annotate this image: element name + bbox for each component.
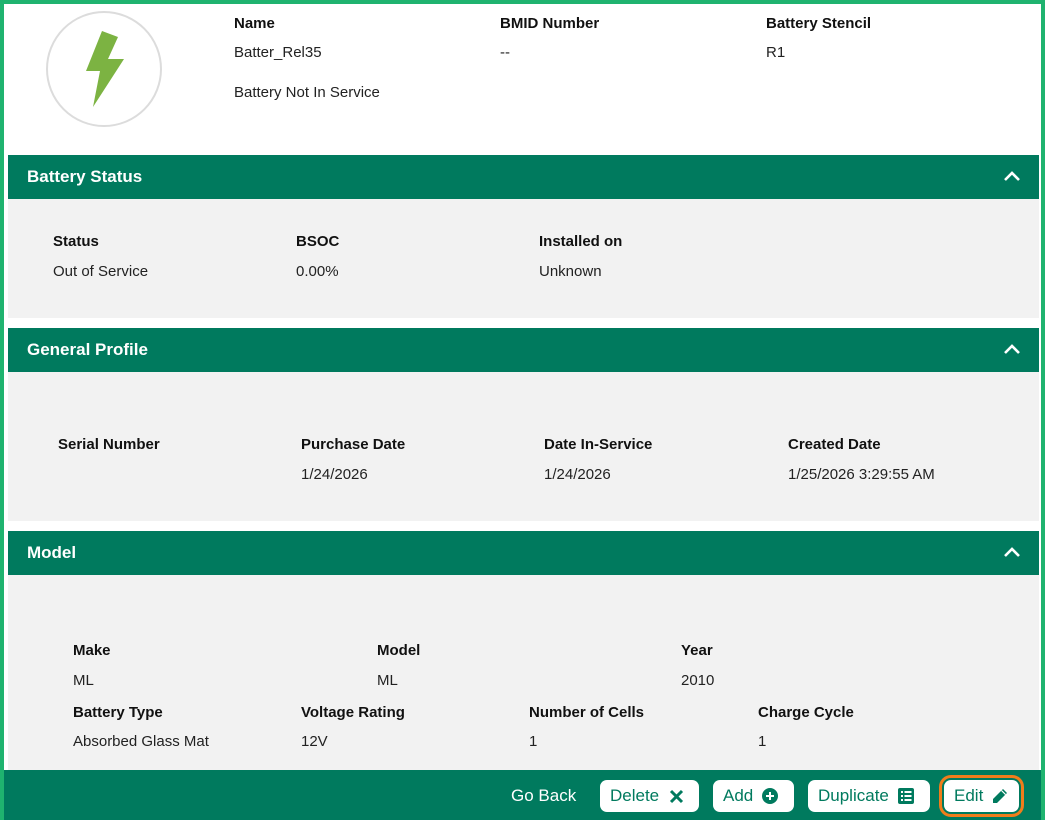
general-profile-title: General Profile bbox=[27, 340, 148, 359]
battery-type-value: Absorbed Glass Mat bbox=[73, 733, 209, 750]
add-button[interactable]: Add bbox=[713, 780, 794, 812]
battery-status-header[interactable]: Battery Status bbox=[8, 155, 1039, 199]
general-profile-panel: Serial Number Purchase Date 1/24/2026 Da… bbox=[8, 372, 1039, 521]
purchase-date-label: Purchase Date bbox=[301, 436, 406, 453]
voltage-rating-value: 12V bbox=[301, 733, 328, 750]
model-title: Model bbox=[27, 543, 77, 562]
close-icon bbox=[668, 788, 684, 804]
make-label: Make bbox=[73, 642, 111, 659]
chevron-up-icon[interactable] bbox=[1003, 342, 1021, 356]
bmid-label: BMID Number bbox=[500, 15, 600, 32]
edit-button[interactable]: Edit bbox=[939, 775, 1024, 817]
status-label: Status bbox=[53, 233, 99, 250]
battery-status-title: Battery Status bbox=[27, 167, 143, 186]
model-header[interactable]: Model bbox=[8, 531, 1039, 575]
date-in-service-value: 1/24/2026 bbox=[544, 466, 611, 483]
created-date-value: 1/25/2026 3:29:55 AM bbox=[788, 466, 935, 483]
model-value: ML bbox=[377, 672, 398, 689]
installed-value: Unknown bbox=[539, 263, 602, 280]
model-panel: Make ML Model ML Year 2010 Battery Type … bbox=[8, 575, 1039, 770]
date-in-service-label: Date In-Service bbox=[544, 436, 653, 453]
charge-cycle-label: Charge Cycle bbox=[758, 704, 854, 721]
chevron-up-icon[interactable] bbox=[1003, 545, 1021, 559]
stencil-label: Battery Stencil bbox=[766, 15, 872, 32]
general-profile-header[interactable]: General Profile bbox=[8, 328, 1039, 372]
add-button-label: Add bbox=[723, 786, 754, 805]
duplicate-button-label: Duplicate bbox=[818, 786, 889, 805]
duplicate-button[interactable]: Duplicate bbox=[808, 780, 930, 812]
battery-detail-page: Name Batter_Rel35 BMID Number -- Battery… bbox=[0, 0, 1045, 820]
battery-header: Name Batter_Rel35 BMID Number -- Battery… bbox=[4, 4, 1041, 155]
action-footer: Go Back Delete Add Duplicate Edit bbox=[4, 770, 1041, 820]
model-label: Model bbox=[377, 642, 421, 659]
bmid-value: -- bbox=[500, 44, 510, 61]
battery-status-panel: Status Out of Service BSOC 0.00% Install… bbox=[8, 199, 1039, 318]
service-status-text: Battery Not In Service bbox=[234, 84, 380, 101]
delete-button[interactable]: Delete bbox=[600, 780, 699, 812]
serial-number-label: Serial Number bbox=[58, 436, 160, 453]
voltage-rating-label: Voltage Rating bbox=[301, 704, 405, 721]
name-value: Batter_Rel35 bbox=[234, 44, 322, 61]
lightning-bolt-icon bbox=[86, 31, 124, 107]
year-label: Year bbox=[681, 642, 713, 659]
list-icon bbox=[897, 788, 914, 804]
bsoc-label: BSOC bbox=[296, 233, 340, 250]
stencil-value: R1 bbox=[766, 44, 786, 61]
battery-avatar bbox=[46, 11, 162, 127]
year-value: 2010 bbox=[681, 672, 715, 689]
make-value: ML bbox=[73, 672, 94, 689]
bsoc-value: 0.00% bbox=[296, 263, 339, 280]
status-value: Out of Service bbox=[53, 263, 149, 280]
delete-button-label: Delete bbox=[610, 786, 660, 805]
go-back-link[interactable]: Go Back bbox=[511, 786, 576, 806]
chevron-up-icon[interactable] bbox=[1003, 169, 1021, 183]
charge-cycle-value: 1 bbox=[758, 733, 767, 750]
battery-type-label: Battery Type bbox=[73, 704, 163, 721]
number-of-cells-value: 1 bbox=[529, 733, 538, 750]
pencil-icon bbox=[992, 788, 1008, 804]
edit-button-label: Edit bbox=[954, 786, 984, 805]
plus-circle-icon bbox=[762, 788, 779, 804]
installed-label: Installed on bbox=[539, 233, 623, 250]
purchase-date-value: 1/24/2026 bbox=[301, 466, 368, 483]
created-date-label: Created Date bbox=[788, 436, 881, 453]
number-of-cells-label: Number of Cells bbox=[529, 704, 645, 721]
name-label: Name bbox=[234, 15, 275, 32]
